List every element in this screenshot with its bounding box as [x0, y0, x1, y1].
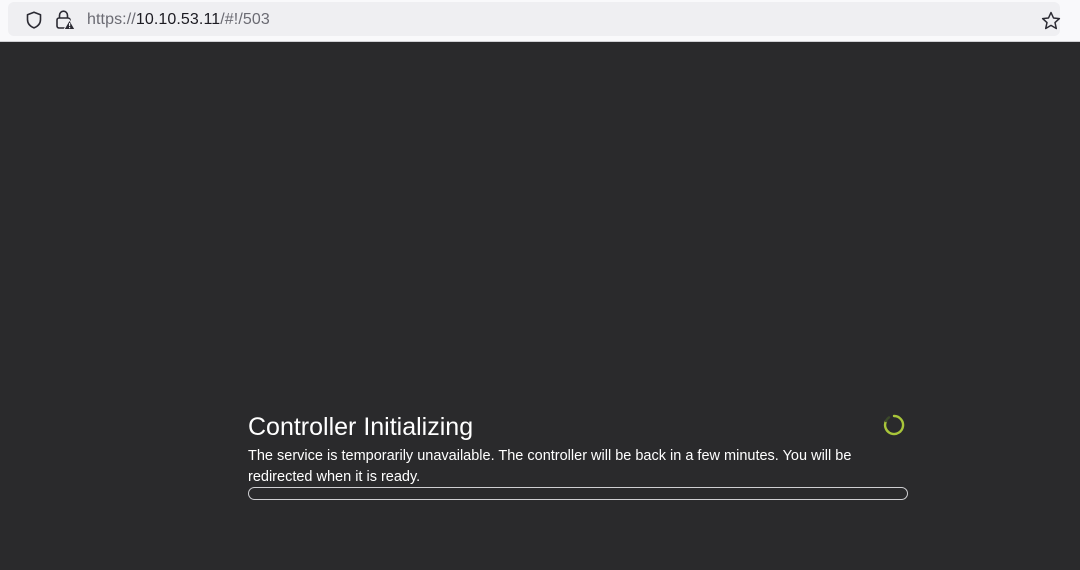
lock-warning-icon[interactable] — [54, 9, 76, 31]
address-bar[interactable]: https://10.10.53.11/#!/503 — [8, 2, 1062, 36]
shield-icon[interactable] — [24, 10, 44, 30]
progress-bar — [248, 487, 908, 500]
url-scheme: https:// — [87, 11, 136, 28]
url-text[interactable]: https://10.10.53.11/#!/503 — [87, 10, 270, 30]
status-message: The service is temporarily unavailable. … — [248, 448, 852, 485]
loading-spinner-icon — [883, 414, 905, 436]
status-title: Controller Initializing — [248, 413, 474, 441]
url-path: /#!/503 — [220, 11, 270, 28]
browser-toolbar: https://10.10.53.11/#!/503 — [0, 0, 1080, 42]
url-host: 10.10.53.11 — [135, 11, 221, 28]
star-icon[interactable] — [1040, 10, 1062, 32]
